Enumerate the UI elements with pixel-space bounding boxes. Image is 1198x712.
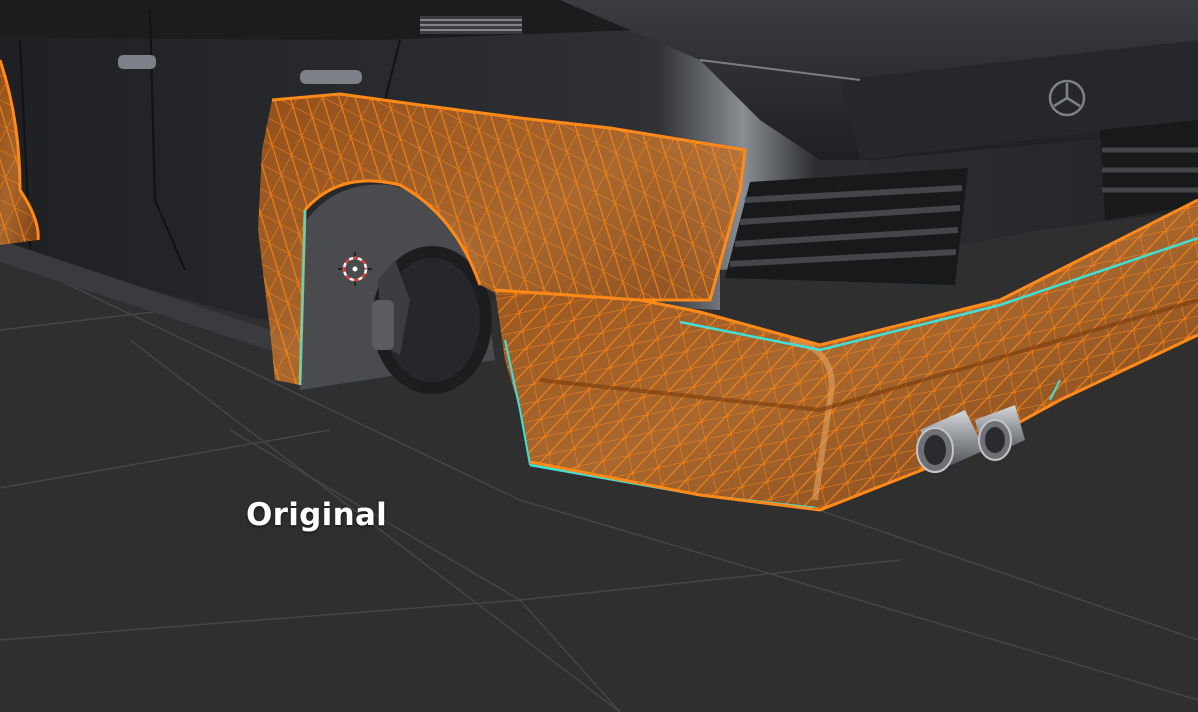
tail-light-right <box>1100 120 1198 220</box>
scene-canvas[interactable] <box>0 0 1198 712</box>
overlay-label: Original <box>246 497 388 533</box>
door-handle <box>118 55 156 69</box>
tail-light <box>725 168 968 285</box>
brake-caliper <box>372 300 394 350</box>
rear-vent <box>420 16 522 34</box>
3d-viewport[interactable]: Original <box>0 0 1198 712</box>
door-handle <box>300 70 362 84</box>
